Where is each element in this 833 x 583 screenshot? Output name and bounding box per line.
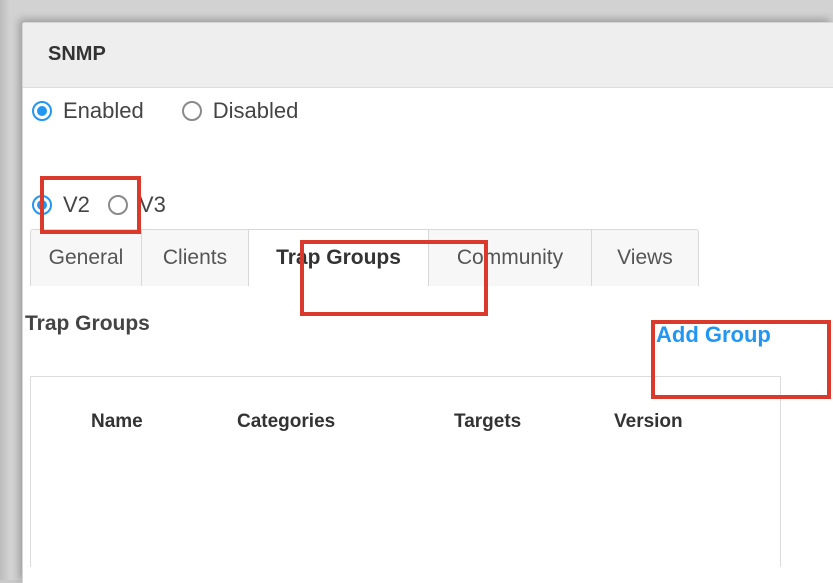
tab-views[interactable]: Views [592, 230, 698, 286]
tab-general[interactable]: General [31, 230, 142, 286]
trap-groups-heading: Trap Groups [25, 312, 150, 335]
trap-groups-table: Name Categories Targets Version [30, 376, 781, 567]
enabled-label: Enabled [63, 98, 144, 123]
disabled-radio-option[interactable]: Disabled [181, 98, 299, 124]
panel-header: SNMP [23, 23, 833, 88]
status-radio-group: Enabled Disabled [32, 98, 336, 124]
tab-clients[interactable]: Clients [142, 230, 249, 286]
panel-title: SNMP [48, 43, 106, 65]
column-header-name[interactable]: Name [91, 411, 143, 433]
v2-highlight-box [40, 176, 141, 234]
add-group-highlight-box [651, 320, 831, 399]
disabled-label: Disabled [212, 98, 299, 123]
enabled-radio[interactable] [32, 101, 52, 121]
column-header-targets[interactable]: Targets [454, 411, 521, 433]
column-header-categories[interactable]: Categories [237, 411, 335, 433]
trap-groups-highlight-box [300, 240, 488, 316]
enabled-radio-option[interactable]: Enabled [32, 98, 144, 124]
disabled-radio[interactable] [181, 101, 202, 121]
column-header-version[interactable]: Version [614, 411, 683, 433]
v3-label: V3 [138, 192, 166, 217]
